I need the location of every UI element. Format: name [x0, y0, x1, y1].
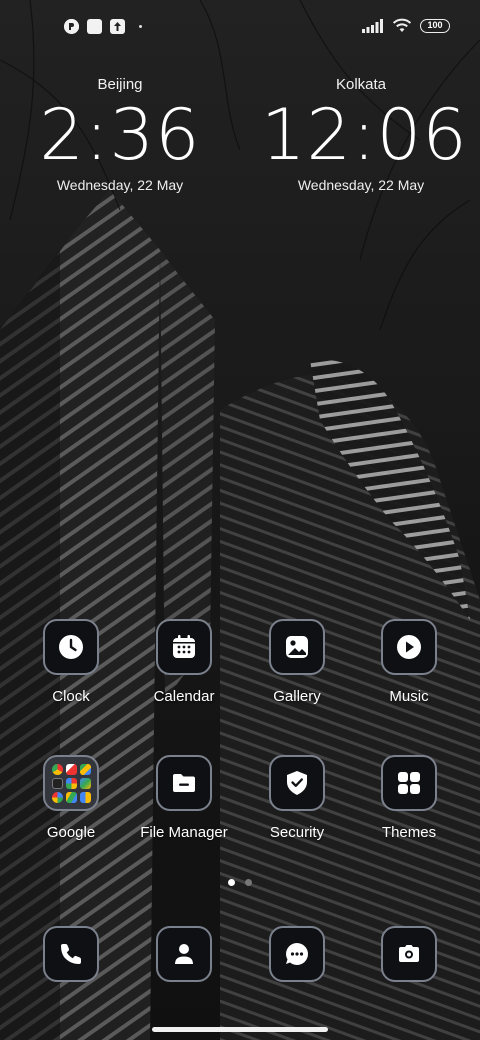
more-dot-icon — [139, 25, 142, 28]
google-icon — [51, 791, 63, 803]
app-label: Themes — [381, 824, 437, 841]
status-left-icons — [64, 19, 142, 34]
app-folder-google[interactable]: Google — [16, 755, 126, 841]
dock-camera[interactable] — [354, 926, 464, 982]
maps-icon — [79, 763, 91, 775]
app-label: Calendar — [153, 688, 215, 705]
clock-time: 12:06 — [261, 94, 468, 176]
app-gallery[interactable]: Gallery — [242, 619, 352, 705]
page-indicator — [228, 879, 252, 886]
home-gesture-bar[interactable] — [152, 1027, 328, 1032]
app-label: File Manager — [140, 824, 228, 841]
clock-date: Wednesday, 22 May — [56, 177, 184, 193]
meet-icon — [79, 791, 91, 803]
app-notification-icon — [64, 19, 79, 34]
signal-icon — [362, 18, 383, 33]
app-label: Google — [46, 824, 96, 841]
photos-icon — [65, 777, 77, 789]
app-label: Clock — [52, 688, 90, 705]
clock-icon — [59, 635, 83, 659]
app-label: Music — [389, 688, 429, 705]
battery-level: 100 — [427, 19, 443, 30]
phone-app-tile[interactable] — [43, 926, 99, 982]
app-file-manager[interactable]: File Manager — [129, 755, 239, 841]
clock-app-tile[interactable] — [43, 619, 99, 675]
app-label: Gallery — [273, 688, 321, 705]
google-folder-icon — [51, 763, 91, 803]
page-dot-active[interactable] — [228, 879, 235, 886]
drive-icon — [65, 791, 77, 803]
app-calendar[interactable]: Calendar — [129, 619, 239, 705]
gmail-icon — [65, 763, 77, 775]
battery-icon: 100 — [420, 18, 450, 33]
music-play-icon — [397, 635, 421, 659]
clock-city: Beijing — [97, 76, 143, 93]
wifi-icon — [392, 18, 412, 32]
phone-icon — [61, 944, 81, 964]
upload-icon — [110, 19, 125, 34]
themes-grid-icon — [398, 772, 420, 794]
dock-phone[interactable] — [16, 926, 126, 982]
play-store-icon — [79, 777, 91, 789]
youtube-icon — [51, 777, 63, 789]
dock-messages[interactable] — [242, 926, 352, 982]
app-themes[interactable]: Themes — [354, 755, 464, 841]
messages-app-tile[interactable] — [269, 926, 325, 982]
folder-icon — [173, 774, 195, 792]
status-right-icons: 100 — [362, 18, 450, 33]
file-manager-app-tile[interactable] — [156, 755, 212, 811]
clock-city: Kolkata — [335, 76, 387, 93]
clock-time: 2:36 — [39, 94, 201, 176]
google-folder-tile[interactable] — [43, 755, 99, 811]
contacts-icon — [175, 944, 193, 964]
app-music[interactable]: Music — [354, 619, 464, 705]
music-app-tile[interactable] — [381, 619, 437, 675]
page-dot[interactable] — [245, 879, 252, 886]
message-icon — [286, 943, 308, 965]
gallery-app-tile[interactable] — [269, 619, 325, 675]
clock-widget-kolkata[interactable]: Kolkata 12:06 Wednesday, 22 May — [261, 76, 468, 193]
calendar-app-tile[interactable] — [156, 619, 212, 675]
contacts-app-tile[interactable] — [156, 926, 212, 982]
shield-check-icon — [287, 771, 307, 795]
clock-date: Wednesday, 22 May — [297, 177, 425, 193]
camera-icon — [399, 945, 419, 962]
calendar-icon — [173, 635, 195, 658]
dock-contacts[interactable] — [129, 926, 239, 982]
white-square-icon — [87, 19, 102, 34]
app-clock[interactable]: Clock — [16, 619, 126, 705]
camera-app-tile[interactable] — [381, 926, 437, 982]
clock-widget-beijing[interactable]: Beijing 2:36 Wednesday, 22 May — [20, 76, 220, 193]
chrome-icon — [51, 763, 63, 775]
app-label: Security — [269, 824, 325, 841]
app-security[interactable]: Security — [242, 755, 352, 841]
status-bar: 100 — [0, 0, 480, 56]
themes-app-tile[interactable] — [381, 755, 437, 811]
gallery-icon — [286, 636, 308, 658]
security-app-tile[interactable] — [269, 755, 325, 811]
